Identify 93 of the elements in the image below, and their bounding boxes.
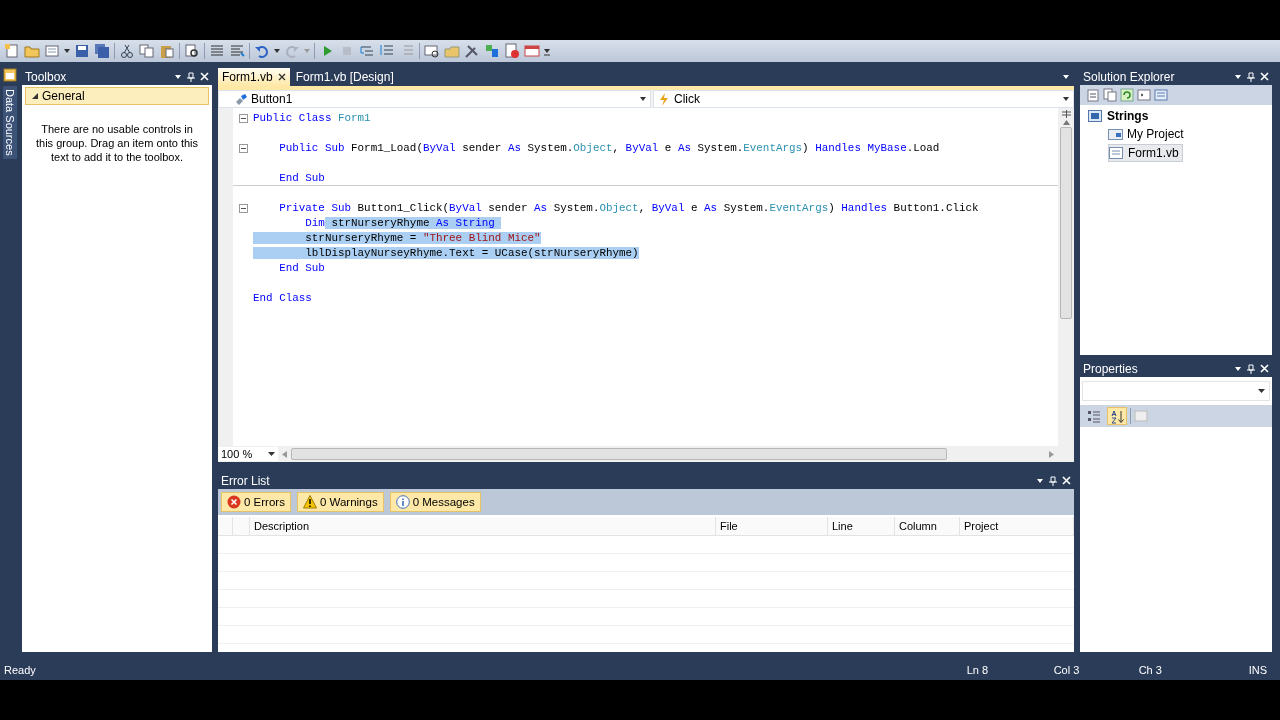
- vertical-scrollbar[interactable]: [1058, 108, 1074, 446]
- window-icon[interactable]: [524, 43, 540, 59]
- insert-mode: INS: [1248, 664, 1267, 676]
- code-line: Private Sub Button1_Click(ByVal sender As System.Object, ByVal e As System.EventArgs) Handles Button1.Click: [278, 201, 979, 216]
- dropdown-icon[interactable]: [1062, 73, 1070, 81]
- column-number: Col 3: [1053, 664, 1081, 676]
- categorized-icon: [1087, 408, 1101, 424]
- properties-icon[interactable]: [1086, 88, 1100, 102]
- caret-icon: [1062, 95, 1070, 103]
- status-message: Ready: [4, 664, 37, 676]
- dropdown-icon[interactable]: [174, 72, 182, 81]
- pin-icon[interactable]: [1048, 475, 1058, 486]
- lightning-icon: [658, 92, 670, 106]
- document-tab[interactable]: Form1.vb: [218, 68, 290, 86]
- empty-message: There are no usable controls in this group. Drag an item onto this text to add it to the toolbox.: [35, 122, 199, 165]
- collapse-icon[interactable]: [238, 114, 248, 123]
- page-error-icon[interactable]: [504, 43, 520, 59]
- save-all-icon[interactable]: [94, 43, 110, 59]
- tree-item[interactable]: Form1.vb: [1108, 144, 1183, 162]
- column-header[interactable]: Line: [828, 517, 895, 535]
- object-dropdown[interactable]: Button1: [218, 90, 651, 108]
- cut-icon[interactable]: [119, 43, 135, 59]
- line-number: Ln 8: [966, 664, 990, 676]
- find-icon[interactable]: [184, 43, 200, 59]
- code-line: End Class: [253, 291, 312, 306]
- dropdown-icon[interactable]: [1036, 476, 1044, 485]
- filter-button[interactable]: 0 Warnings: [296, 492, 384, 512]
- document-tab[interactable]: Form1.vb [Design]: [291, 68, 398, 86]
- filter-button[interactable]: 0 Messages: [389, 492, 481, 512]
- panel-title: Toolbox: [25, 69, 68, 84]
- event-dropdown[interactable]: Click: [653, 90, 1074, 108]
- panel-title: Solution Explorer: [1083, 69, 1176, 84]
- code-line: End Sub: [278, 261, 325, 276]
- dropdown-icon[interactable]: [1234, 72, 1242, 81]
- column-header[interactable]: Column: [895, 517, 960, 535]
- component-icon: [235, 92, 247, 106]
- vb-project-icon: [1088, 109, 1103, 123]
- pin-icon[interactable]: [186, 71, 196, 82]
- comment-icon[interactable]: [209, 43, 225, 59]
- pin-icon[interactable]: [1246, 71, 1256, 82]
- view-code-icon[interactable]: [1137, 88, 1151, 102]
- info-icon: [395, 495, 410, 509]
- scroll-up-icon: [1062, 120, 1070, 125]
- collapse-icon[interactable]: [238, 204, 248, 213]
- warning-icon: [302, 495, 317, 509]
- side-tab[interactable]: Data Sources: [3, 86, 17, 159]
- code-line: Public Class Form1: [253, 111, 371, 126]
- paste-icon[interactable]: [159, 43, 175, 59]
- form-icon: [1109, 146, 1124, 160]
- caret-icon: [268, 451, 275, 457]
- tree-item[interactable]: My Project: [1108, 126, 1187, 142]
- panel-title: Error List: [221, 473, 271, 488]
- code-line: strNurseryRhyme = "Three Blind Mice": [253, 231, 541, 246]
- find-in-files-icon[interactable]: [424, 43, 440, 59]
- new-project-icon[interactable]: [4, 43, 20, 59]
- property-pages-icon: [1134, 410, 1148, 422]
- step-into-icon[interactable]: [359, 43, 375, 59]
- splitter-icon: [1061, 110, 1071, 118]
- column-header[interactable]: File: [716, 517, 828, 535]
- copy-icon[interactable]: [139, 43, 155, 59]
- zoom-dropdown[interactable]: 100 %: [218, 447, 278, 461]
- scroll-thumb[interactable]: [291, 448, 947, 460]
- project-folder-icon: [1108, 127, 1123, 141]
- scroll-left-icon: [282, 450, 287, 458]
- pin-icon[interactable]: [1246, 363, 1256, 374]
- tree-item[interactable]: Strings: [1088, 108, 1152, 124]
- group-label: General: [42, 89, 85, 103]
- sort-az-icon: [1110, 408, 1124, 424]
- dropdown-icon[interactable]: [1234, 364, 1242, 373]
- column-header[interactable]: Project: [960, 517, 1074, 535]
- collapse-icon[interactable]: [238, 144, 248, 153]
- sort-button[interactable]: [1107, 407, 1127, 425]
- save-icon[interactable]: [74, 43, 90, 59]
- refresh-icon[interactable]: [1120, 88, 1134, 102]
- char-number: Ch 3: [1138, 664, 1163, 676]
- scroll-right-icon: [1049, 450, 1054, 458]
- toolbox-group[interactable]: General: [25, 87, 209, 105]
- code-line: Dim strNurseryRhyme As String: [253, 216, 502, 231]
- undo-icon[interactable]: [254, 43, 270, 59]
- filter-button[interactable]: 0 Errors: [221, 492, 291, 512]
- show-files-icon[interactable]: [1103, 88, 1117, 102]
- expanded-icon: [32, 93, 38, 99]
- caret-icon: [639, 95, 647, 103]
- close-icon[interactable]: [277, 73, 286, 81]
- column-header[interactable]: Description: [250, 517, 716, 535]
- uncomment-icon[interactable]: [229, 43, 245, 59]
- data-sources-icon[interactable]: [3, 68, 17, 82]
- code-line: Public Sub Form1_Load(ByVal sender As System.Object, ByVal e As System.EventArgs) Handles MyBase.Load: [278, 141, 940, 156]
- code-line: End Sub: [278, 170, 325, 186]
- caret-icon: [1258, 388, 1265, 394]
- scroll-thumb[interactable]: [1060, 127, 1072, 319]
- panel-title: Properties: [1083, 361, 1139, 376]
- error-icon: [227, 495, 241, 509]
